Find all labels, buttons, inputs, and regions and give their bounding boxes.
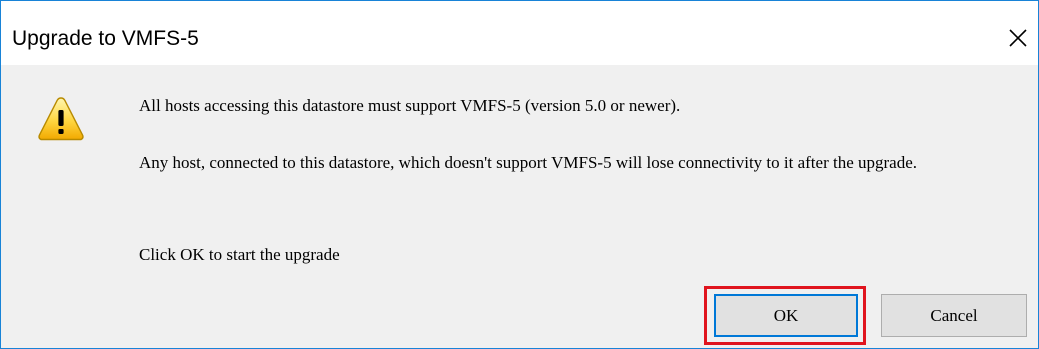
close-icon bbox=[1009, 29, 1027, 47]
cancel-button[interactable]: Cancel bbox=[881, 294, 1027, 337]
title-bar: Upgrade to VMFS-5 bbox=[1, 1, 1038, 65]
message-line-2: Any host, connected to this datastore, w… bbox=[139, 153, 917, 172]
dialog-title: Upgrade to VMFS-5 bbox=[12, 27, 199, 50]
ok-button[interactable]: OK bbox=[714, 294, 858, 337]
message-line-3: Click OK to start the upgrade bbox=[139, 245, 340, 264]
message-line-1: All hosts accessing this datastore must … bbox=[139, 96, 681, 115]
warning-icon bbox=[37, 95, 85, 143]
close-button[interactable] bbox=[1001, 21, 1035, 55]
upgrade-dialog: Upgrade to VMFS-5 All hosts accessing th… bbox=[0, 0, 1039, 349]
